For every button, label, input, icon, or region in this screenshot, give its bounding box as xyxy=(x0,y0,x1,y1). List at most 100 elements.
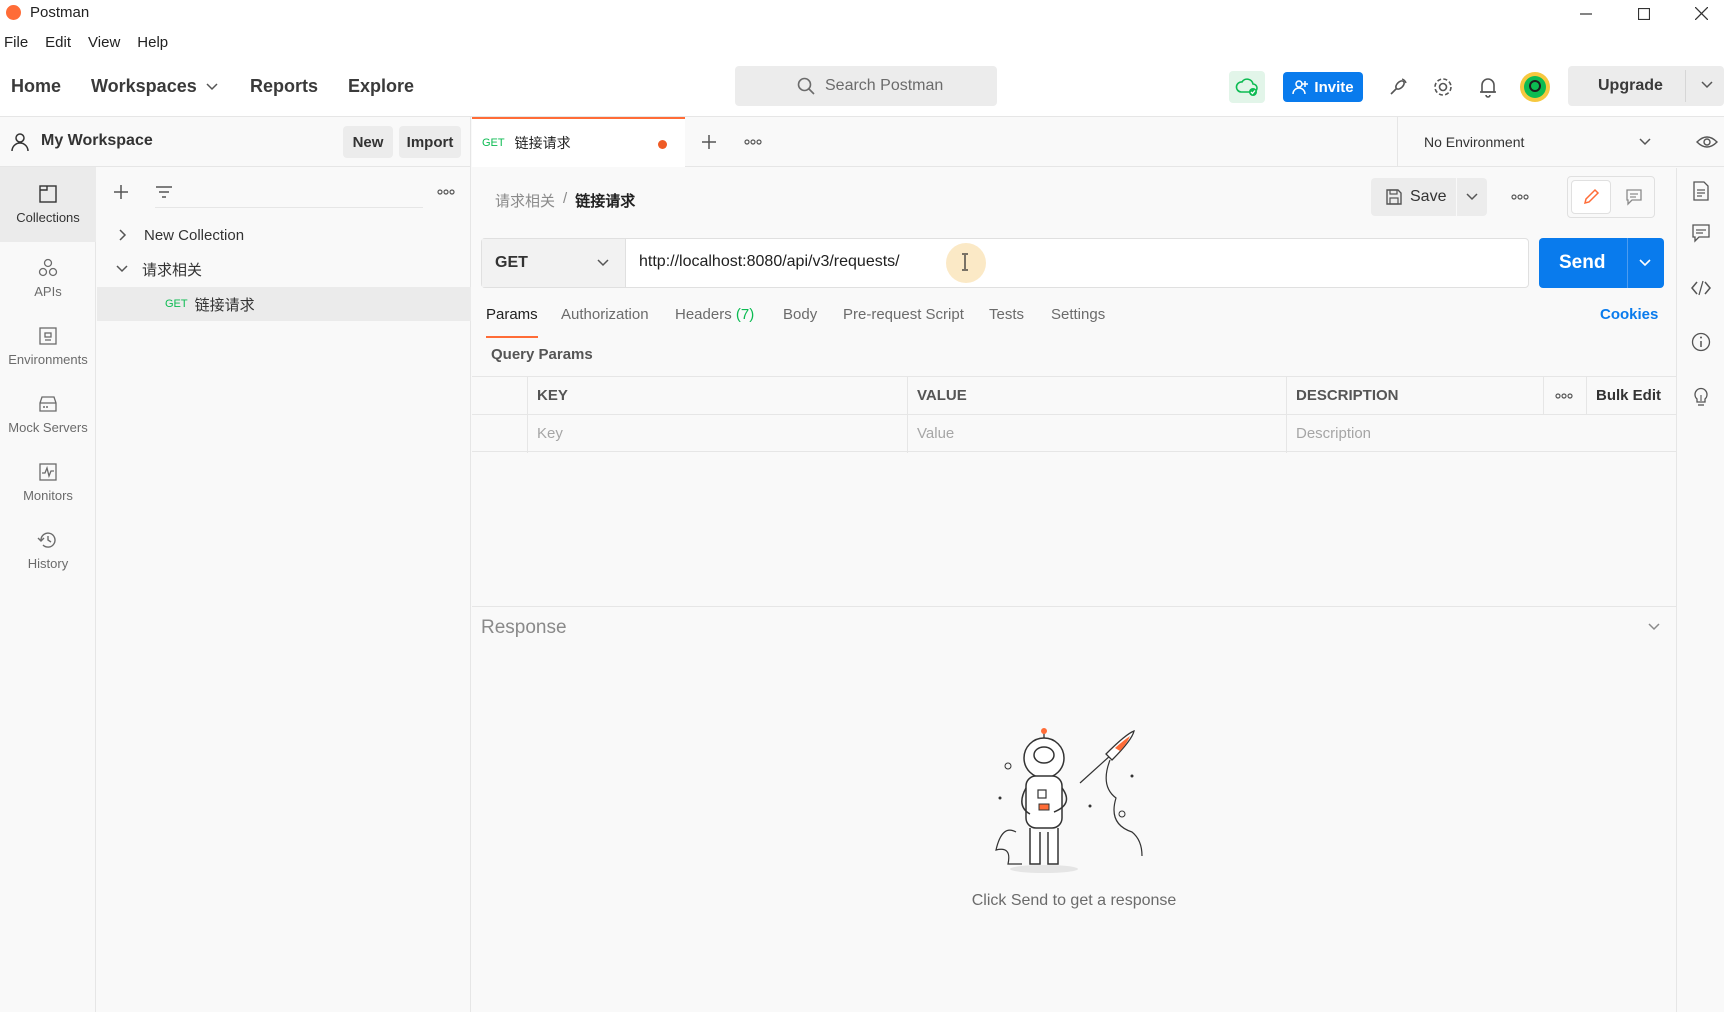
collections-icon xyxy=(39,185,57,203)
view-mode-toggle xyxy=(1567,176,1655,218)
row-checkbox-cell xyxy=(472,414,527,451)
title-bar: Postman xyxy=(0,0,1724,27)
menu-edit[interactable]: Edit xyxy=(45,34,71,51)
info-icon[interactable] xyxy=(1689,330,1713,354)
tab-headers-label: Headers xyxy=(675,306,732,323)
sidebar-item-label: Monitors xyxy=(23,487,73,503)
edit-mode-button[interactable] xyxy=(1571,180,1611,214)
new-tab-plus-icon[interactable] xyxy=(701,134,717,150)
nav-explore[interactable]: Explore xyxy=(348,76,414,97)
new-button[interactable]: New xyxy=(343,126,393,158)
collections-search-input[interactable] xyxy=(155,176,423,208)
save-button[interactable]: Save xyxy=(1371,178,1456,216)
workspace-name[interactable]: My Workspace xyxy=(41,132,153,150)
more-horizontal-icon xyxy=(1511,194,1529,200)
tab-tests[interactable]: Tests xyxy=(989,306,1024,323)
cookies-link[interactable]: Cookies xyxy=(1600,306,1658,323)
request-more-button[interactable] xyxy=(1500,178,1540,216)
mock-servers-icon xyxy=(39,395,57,412)
plus-icon[interactable] xyxy=(113,184,129,200)
request-item[interactable]: GET 链接请求 xyxy=(97,287,471,321)
unsaved-dot-icon xyxy=(658,140,667,149)
import-button[interactable]: Import xyxy=(399,126,461,158)
sidebar-item-collections[interactable]: Collections xyxy=(0,167,96,242)
menu-view[interactable]: View xyxy=(88,34,120,51)
maximize-icon[interactable] xyxy=(1621,0,1667,27)
send-button[interactable]: Send xyxy=(1539,238,1664,288)
more-horizontal-icon xyxy=(1555,392,1573,399)
sidebar-item-label: History xyxy=(27,555,69,571)
menu-help[interactable]: Help xyxy=(137,34,168,51)
sidebar-item-environments[interactable]: Environments xyxy=(0,315,96,377)
gear-icon[interactable] xyxy=(1429,73,1457,101)
tab-request[interactable]: GET 链接请求 xyxy=(472,117,685,167)
save-dropdown-button[interactable] xyxy=(1457,178,1487,216)
app-title: Postman xyxy=(30,4,90,21)
chevron-down-icon[interactable] xyxy=(1700,78,1714,92)
tab-params[interactable]: Params xyxy=(486,306,538,338)
sidebar-item-mock-servers[interactable]: Mock Servers xyxy=(0,383,96,445)
right-sidebar xyxy=(1676,168,1724,1012)
tabs-bar: GET 链接请求 No Environment xyxy=(472,117,1724,167)
bulk-edit-button[interactable]: Bulk Edit xyxy=(1586,377,1676,414)
nav-workspaces[interactable]: Workspaces xyxy=(91,76,218,97)
tab-settings[interactable]: Settings xyxy=(1051,306,1105,323)
table-options-button[interactable] xyxy=(1543,377,1586,414)
chevron-right-icon xyxy=(119,229,127,241)
request-method-badge: GET xyxy=(165,298,188,310)
tab-headers[interactable]: Headers (7) xyxy=(675,306,754,323)
tab-pre-request-script[interactable]: Pre-request Script xyxy=(843,306,964,323)
more-horizontal-icon[interactable] xyxy=(437,189,455,195)
menu-file[interactable]: File xyxy=(4,34,28,51)
text-cursor-icon xyxy=(962,253,968,271)
method-label: GET xyxy=(495,254,528,271)
column-header-value: VALUE xyxy=(917,387,967,404)
environment-select[interactable]: No Environment xyxy=(1397,117,1674,167)
chevron-down-icon xyxy=(206,82,218,90)
lightbulb-icon[interactable] xyxy=(1689,384,1713,408)
close-icon[interactable] xyxy=(1678,0,1724,27)
upgrade-button[interactable]: Upgrade xyxy=(1568,66,1724,106)
avatar[interactable] xyxy=(1518,70,1552,104)
invite-button[interactable]: Invite xyxy=(1283,72,1363,102)
documentation-icon[interactable] xyxy=(1689,179,1713,203)
tab-authorization[interactable]: Authorization xyxy=(561,306,649,323)
sidebar-item-history[interactable]: History xyxy=(0,519,96,581)
comment-icon xyxy=(1626,189,1642,206)
more-horizontal-icon[interactable] xyxy=(744,139,762,145)
request-name: 链接请求 xyxy=(194,296,255,314)
comments-icon[interactable] xyxy=(1689,221,1713,245)
chevron-down-icon[interactable] xyxy=(1639,259,1651,267)
url-input[interactable]: http://localhost:8080/api/v3/requests/ xyxy=(626,239,1528,287)
satellite-icon[interactable] xyxy=(1384,73,1412,101)
eye-icon[interactable] xyxy=(1696,134,1718,150)
minimize-icon[interactable] xyxy=(1563,0,1609,27)
collection-folder[interactable]: 请求相关 xyxy=(97,252,471,286)
cloud-sync-icon[interactable] xyxy=(1229,71,1265,103)
sidebar-item-apis[interactable]: APIs xyxy=(0,247,96,309)
chevron-down-icon[interactable] xyxy=(1648,623,1660,631)
query-params-title: Query Params xyxy=(491,346,593,363)
code-icon[interactable] xyxy=(1689,276,1713,300)
response-header[interactable]: Response xyxy=(472,606,1676,646)
search-input[interactable]: Search Postman xyxy=(735,66,997,106)
empty-response-text: Click Send to get a response xyxy=(971,892,1177,909)
nav-reports[interactable]: Reports xyxy=(250,76,318,97)
key-input[interactable]: Key xyxy=(527,414,907,451)
comment-mode-button[interactable] xyxy=(1614,180,1654,214)
invite-label: Invite xyxy=(1314,78,1354,96)
collection-new[interactable]: New Collection xyxy=(97,218,471,252)
breadcrumb-parent[interactable]: 请求相关 xyxy=(495,190,555,211)
sidebar-item-monitors[interactable]: Monitors xyxy=(0,451,96,513)
value-input[interactable]: Value xyxy=(907,414,1286,451)
sidebar-item-label: Environments xyxy=(8,351,88,367)
breadcrumb-separator: / xyxy=(563,190,568,207)
method-select[interactable]: GET xyxy=(482,239,626,287)
breadcrumb-current[interactable]: 链接请求 xyxy=(575,190,635,211)
bell-icon[interactable] xyxy=(1474,73,1502,101)
nav-home[interactable]: Home xyxy=(11,76,61,97)
response-title: Response xyxy=(481,617,567,638)
environments-icon xyxy=(39,326,57,345)
description-input[interactable]: Description xyxy=(1286,414,1676,451)
tab-body[interactable]: Body xyxy=(783,306,817,323)
